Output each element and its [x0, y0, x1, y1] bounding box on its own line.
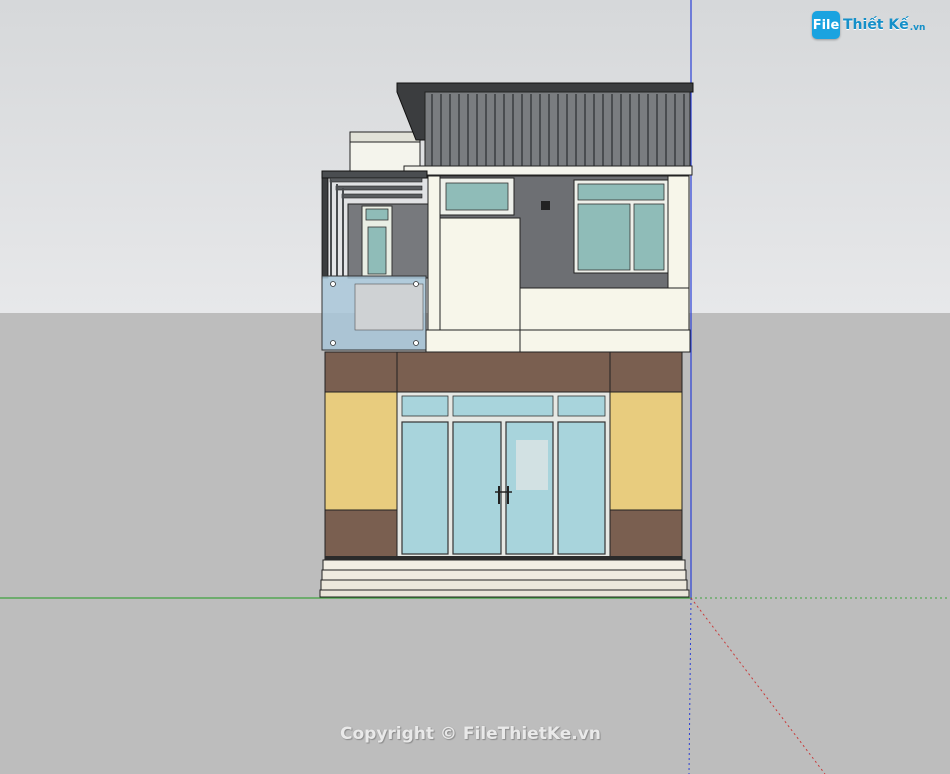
logo-suffix: .vn — [909, 23, 926, 33]
upper-right-window-left — [577, 203, 631, 271]
roof-eave — [403, 165, 693, 176]
top-window-glass — [445, 182, 509, 211]
balcony-door-glass-top — [365, 208, 389, 221]
right-yellow-stone-panel — [609, 391, 683, 511]
house-model[interactable] — [0, 0, 950, 774]
rear-block-top — [349, 131, 421, 143]
transom-glass-right — [557, 395, 606, 417]
balcony-door-glass — [367, 226, 387, 275]
logo-name: Thiết Kế — [843, 17, 909, 33]
sketchup-viewport[interactable]: File Thiết Kế .vn Copyright © FileThietK… — [0, 0, 950, 774]
balcony-floor-interior — [354, 283, 424, 331]
step-bottom — [320, 579, 688, 591]
door-leaf-4 — [557, 421, 606, 555]
upper-right-window-right — [633, 203, 665, 271]
pergola-beam — [321, 170, 428, 179]
step-top — [322, 559, 686, 571]
upper-right-window-top — [577, 183, 665, 201]
copyright-watermark: Copyright © FileThietKe.vn — [340, 724, 601, 744]
red-axis-dotted — [690, 597, 826, 774]
blue-axis-dotted — [688, 597, 692, 774]
interior-reflection — [516, 440, 548, 490]
upper-floor-band — [425, 329, 691, 353]
site-logo[interactable]: File Thiết Kế .vn — [812, 11, 925, 39]
door-leaf-2 — [452, 421, 502, 555]
balcony-post — [321, 177, 329, 279]
door-leaf-1 — [401, 421, 449, 555]
step-base — [319, 589, 690, 598]
logo-mark-icon: File — [812, 11, 840, 39]
transom-glass-center — [452, 395, 554, 417]
right-brown-stone-base — [609, 509, 683, 561]
floor-threshold — [325, 556, 682, 560]
left-yellow-stone-panel — [324, 391, 398, 511]
ground-floor-beam — [324, 351, 683, 393]
upper-cream-panel — [439, 217, 521, 331]
left-brown-stone-base — [324, 509, 398, 561]
upper-right-side-wall — [667, 175, 690, 289]
transom-glass-left — [401, 395, 449, 417]
upper-left-pillar — [427, 175, 441, 353]
balcony-side-louvers — [330, 180, 344, 276]
step-middle — [321, 569, 687, 581]
wall-light-box — [541, 201, 550, 210]
